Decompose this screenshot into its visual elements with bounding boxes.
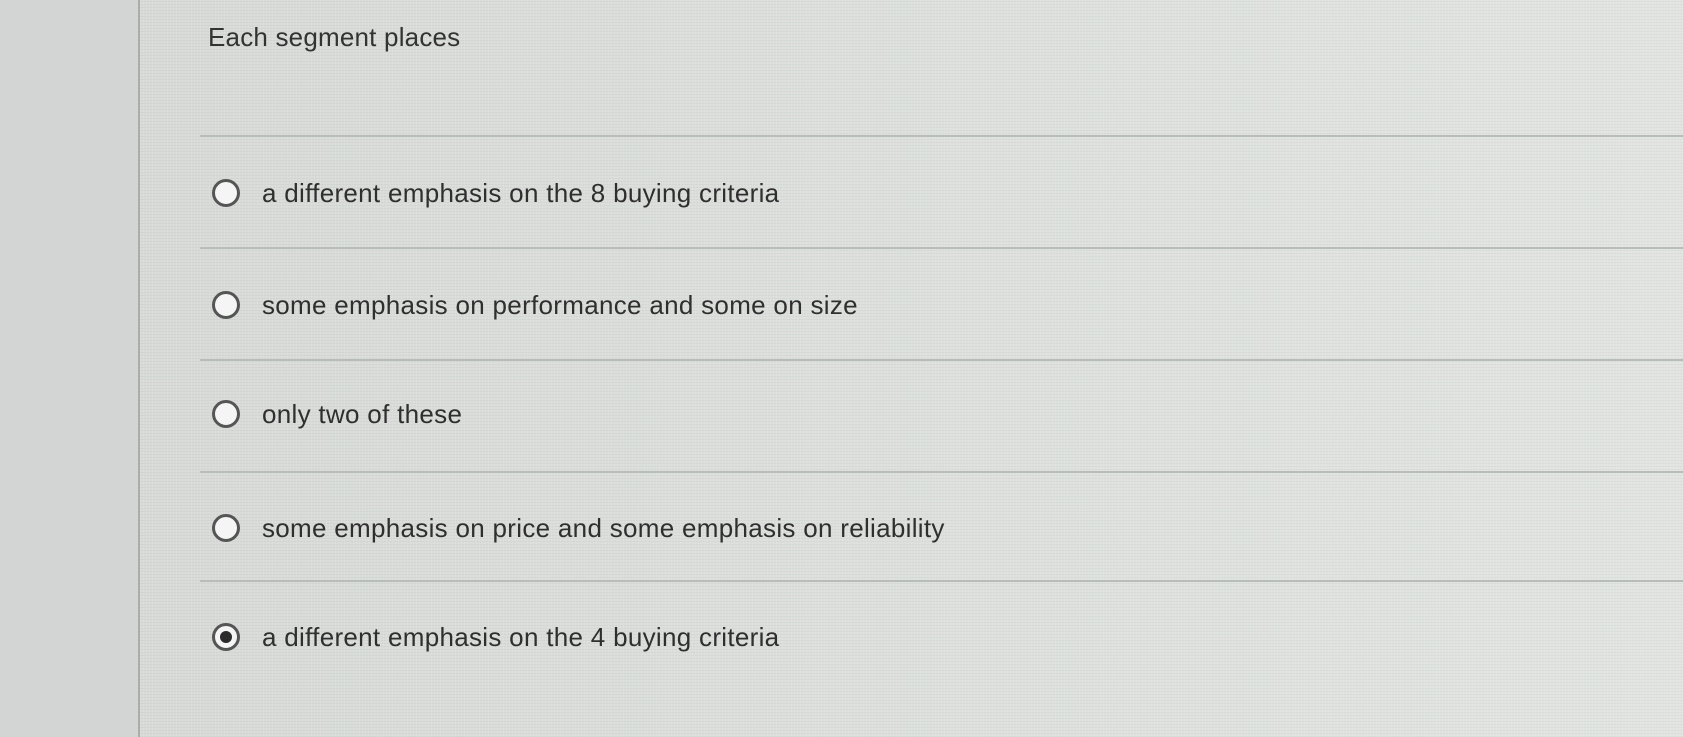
option-1[interactable]: a different emphasis on the 8 buying cri… bbox=[212, 173, 779, 213]
radio-button[interactable] bbox=[212, 179, 240, 207]
left-panel bbox=[0, 0, 140, 737]
option-label: a different emphasis on the 4 buying cri… bbox=[262, 621, 780, 652]
question-text: Each segment places bbox=[208, 22, 461, 52]
option-label: some emphasis on performance and some on… bbox=[262, 289, 858, 320]
radio-button[interactable] bbox=[212, 291, 240, 319]
option-4[interactable]: some emphasis on price and some emphasis… bbox=[212, 508, 945, 548]
divider bbox=[200, 580, 1683, 582]
divider bbox=[200, 359, 1683, 361]
option-label: some emphasis on price and some emphasis… bbox=[262, 512, 945, 543]
option-3[interactable]: only two of these bbox=[212, 394, 462, 434]
radio-button[interactable] bbox=[212, 400, 240, 428]
option-5[interactable]: a different emphasis on the 4 buying cri… bbox=[212, 617, 779, 657]
divider bbox=[200, 247, 1683, 249]
radio-button-selected[interactable] bbox=[212, 623, 240, 651]
divider bbox=[200, 135, 1683, 137]
option-2[interactable]: some emphasis on performance and some on… bbox=[212, 285, 858, 325]
radio-button[interactable] bbox=[212, 514, 240, 542]
option-label: only two of these bbox=[262, 398, 463, 429]
divider bbox=[200, 471, 1683, 473]
option-label: a different emphasis on the 8 buying cri… bbox=[262, 177, 780, 208]
